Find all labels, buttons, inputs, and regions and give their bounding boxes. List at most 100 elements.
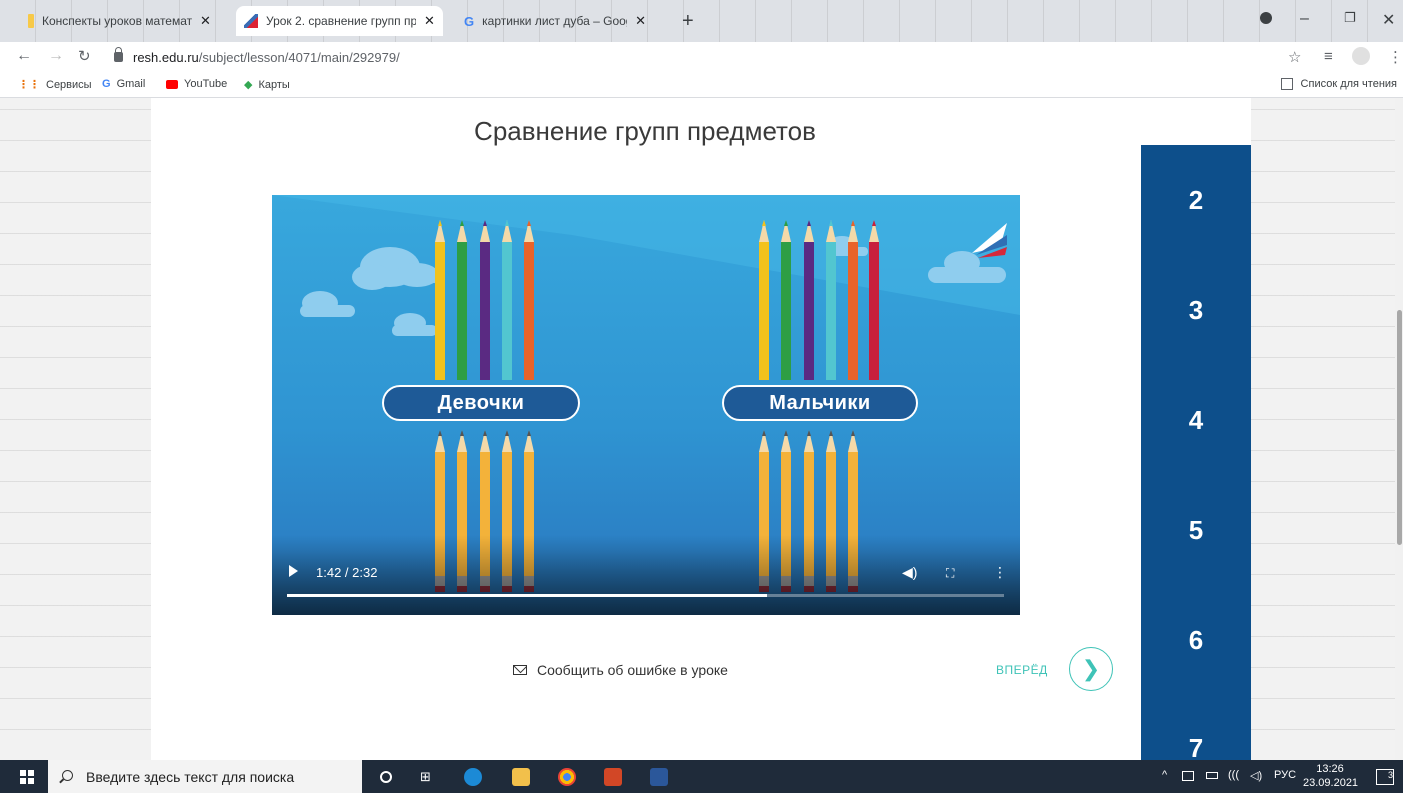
search-icon <box>62 770 73 781</box>
forward-button[interactable]: ❯ <box>1069 647 1113 691</box>
pencil <box>457 220 467 380</box>
step-item[interactable]: 3 <box>1141 295 1251 326</box>
tray-overflow-icon[interactable]: ^ <box>1162 769 1167 781</box>
taskbar-clock[interactable]: 13:26 23.09.2021 <box>1303 762 1359 790</box>
step-item[interactable]: 4 <box>1141 405 1251 436</box>
file-explorer-icon[interactable] <box>512 768 530 786</box>
tab-title: Урок 2. сравнение групп предметов <box>266 14 416 28</box>
new-tab-button[interactable]: + <box>682 11 694 31</box>
close-tab-icon[interactable]: ✕ <box>424 13 435 29</box>
taskbar-search-box[interactable]: Введите здесь текст для поиска <box>48 760 362 793</box>
close-tab-icon[interactable]: ✕ <box>635 13 646 29</box>
windows-taskbar: Введите здесь текст для поиска ⊞ ^ ((( ◁… <box>0 760 1403 793</box>
video-time: 1:42 / 2:32 <box>316 565 378 580</box>
google-icon: G <box>464 14 475 29</box>
pencil <box>804 220 814 380</box>
clock-time: 13:26 <box>1316 763 1344 775</box>
bookmark-label: Сервисы <box>46 78 92 91</box>
video-progress-fill <box>287 594 768 597</box>
kebab-menu-icon[interactable]: ⋮ <box>1388 48 1403 66</box>
volume-icon[interactable]: ◀) <box>902 564 917 581</box>
forward-label[interactable]: ВПЕРЁД <box>996 663 1048 677</box>
tab-strip: Конспекты уроков математики ✕ Урок 2. ср… <box>0 0 1403 42</box>
group-label-boys: Мальчики <box>722 385 918 421</box>
close-tab-icon[interactable]: ✕ <box>200 13 211 29</box>
address-bar[interactable]: resh.edu.ru/subject/lesson/4071/main/292… <box>100 45 1270 69</box>
word-icon[interactable] <box>650 768 668 786</box>
report-error-label: Сообщить об ошибке в уроке <box>537 662 728 678</box>
reading-list-label: Список для чтения <box>1300 78 1397 90</box>
more-options-icon[interactable]: ⋮ <box>993 564 1007 581</box>
pencil <box>848 220 858 380</box>
fullscreen-icon[interactable]: ⛶ <box>946 566 954 581</box>
bookmark-label: YouTube <box>184 78 228 90</box>
bookmark-gmail[interactable]: G Gmail <box>102 78 145 90</box>
pencil <box>480 220 490 380</box>
scrollbar-thumb[interactable] <box>1397 310 1402 545</box>
bookmark-services[interactable]: ⋮⋮ Сервисы <box>18 78 92 92</box>
pencil <box>435 220 445 380</box>
lock-icon <box>114 47 123 62</box>
chevron-right-icon: ❯ <box>1081 656 1101 681</box>
google-icon: G <box>102 78 111 90</box>
wifi-icon[interactable]: ((( <box>1228 769 1239 781</box>
powerpoint-icon[interactable] <box>604 768 622 786</box>
group-label-girls: Девочки <box>382 385 580 421</box>
lesson-step-nav: 2 3 4 5 6 7 <box>1141 145 1251 763</box>
reading-list-icon <box>1280 78 1293 90</box>
forward-arrow-icon[interactable]: → <box>48 47 64 65</box>
url-path: /subject/lesson/4071/main/292979/ <box>198 49 400 65</box>
notifications-icon[interactable]: 3 <box>1376 769 1394 785</box>
youtube-icon <box>166 79 178 89</box>
reading-list-button[interactable]: Список для чтения <box>1280 78 1397 90</box>
cortana-icon[interactable] <box>380 771 392 783</box>
clock-date: 23.09.2021 <box>1303 777 1359 789</box>
battery-icon[interactable] <box>1206 772 1218 779</box>
pencil <box>781 220 791 380</box>
profile-menu-icon[interactable] <box>1260 12 1272 24</box>
step-item[interactable]: 5 <box>1141 515 1251 546</box>
report-error-link[interactable]: Сообщить об ошибке в уроке <box>513 662 728 678</box>
video-progress-bar[interactable] <box>287 594 1004 597</box>
speaker-icon[interactable]: ◁) <box>1250 769 1262 782</box>
network-icon[interactable] <box>1182 771 1194 781</box>
bookmark-maps[interactable]: ◆ Карты <box>244 78 290 92</box>
video-player[interactable]: Девочки Мальчики 1:42 / 2:32 ◀) ⛶ ⋮ <box>272 195 1020 615</box>
tab-lesson[interactable]: Урок 2. сравнение групп предметов ✕ <box>236 6 443 36</box>
chrome-icon[interactable] <box>558 768 576 786</box>
back-arrow-icon[interactable]: ← <box>16 47 32 65</box>
step-item[interactable]: 6 <box>1141 625 1251 656</box>
media-control-icon[interactable]: ≡ <box>1324 48 1333 65</box>
language-indicator[interactable]: РУС <box>1274 769 1296 781</box>
resh-favicon-icon <box>244 14 258 28</box>
bookmark-youtube[interactable]: YouTube <box>166 78 227 90</box>
tab-google-search[interactable]: G картинки лист дуба – Google Поиск ✕ <box>456 8 654 34</box>
account-avatar-icon[interactable] <box>1352 47 1370 65</box>
tab-title: картинки лист дуба – Google Поиск <box>482 14 627 28</box>
bookmark-label: Карты <box>258 78 290 91</box>
windows-start-icon[interactable] <box>20 770 34 784</box>
url-host: resh.edu.ru <box>133 49 199 65</box>
reload-icon[interactable]: ↻ <box>78 47 91 65</box>
tab-konspekty[interactable]: Конспекты уроков математики ✕ <box>20 8 219 34</box>
lesson-title: Сравнение групп предметов <box>474 116 816 146</box>
taskbar-search-placeholder: Введите здесь текст для поиска <box>86 768 295 785</box>
pencil <box>524 220 534 380</box>
play-icon[interactable] <box>289 565 298 577</box>
pencil <box>502 220 512 380</box>
tab-title: Конспекты уроков математики <box>42 14 192 28</box>
envelope-icon <box>513 665 527 675</box>
bookmarks-bar: ⋮⋮ Сервисы G Gmail YouTube ◆ Карты Списо… <box>0 72 1403 98</box>
bookmark-star-icon[interactable]: ☆ <box>1288 48 1301 66</box>
maps-icon: ◆ <box>244 79 253 91</box>
minimize-button[interactable]: – <box>1300 10 1309 28</box>
bookmark-label: Gmail <box>116 78 146 90</box>
step-item[interactable]: 2 <box>1141 185 1251 216</box>
close-window-button[interactable]: ✕ <box>1382 10 1395 30</box>
task-view-icon[interactable]: ⊞ <box>420 769 438 787</box>
browser-toolbar: ← → ↻ resh.edu.ru/subject/lesson/4071/ma… <box>0 42 1403 72</box>
apps-grid-icon: ⋮⋮ <box>18 79 40 91</box>
edge-icon[interactable] <box>464 768 482 786</box>
restore-button[interactable]: ❐ <box>1344 10 1356 26</box>
pencil <box>759 220 769 380</box>
